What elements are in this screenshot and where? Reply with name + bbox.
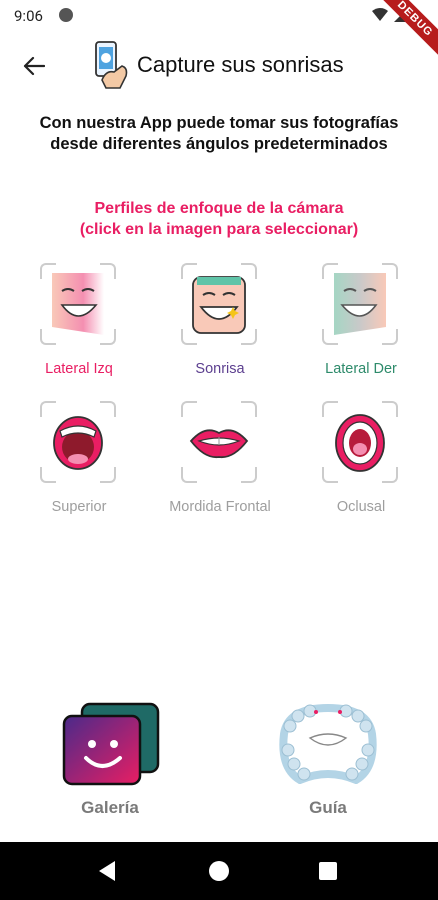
app-bar: Capture sus sonrisas bbox=[0, 40, 438, 92]
page-title: Capture sus sonrisas bbox=[137, 52, 344, 77]
gallery-icon bbox=[62, 702, 160, 786]
arrow-back-icon bbox=[23, 56, 45, 76]
intro-line-2: desde diferentes ángulos predeterminados bbox=[50, 135, 388, 153]
system-nav-bar bbox=[0, 842, 438, 900]
wifi-icon bbox=[372, 8, 388, 21]
guide-label: Guía bbox=[309, 798, 347, 817]
profile-sonrisa[interactable]: Sonrisa bbox=[160, 263, 280, 388]
lateral-left-smile-icon bbox=[52, 273, 104, 335]
guide-button[interactable]: Guía bbox=[258, 700, 398, 830]
profile-label: Lateral Izq bbox=[45, 361, 113, 377]
occlusal-mouth-icon bbox=[335, 414, 385, 472]
profile-label: Mordida Frontal bbox=[169, 499, 271, 515]
profile-lateral-izq[interactable]: Lateral Izq bbox=[19, 263, 139, 388]
upper-teeth-icon bbox=[53, 416, 103, 470]
nav-recents-icon[interactable] bbox=[319, 862, 337, 880]
intro-line-1: Con nuestra App puede tomar sus fotograf… bbox=[39, 114, 399, 132]
profiles-section-title: Perfiles de enfoque de la cámara (click … bbox=[0, 198, 438, 240]
profile-mordida-frontal[interactable]: Mordida Frontal bbox=[160, 401, 280, 526]
status-bar: 9:06 DEBUG bbox=[0, 0, 438, 65]
profile-label: Oclusal bbox=[336, 499, 386, 515]
profile-label: Sonrisa bbox=[195, 361, 245, 377]
intro-text: Con nuestra App puede tomar sus fotograf… bbox=[0, 113, 438, 155]
gallery-label: Galería bbox=[81, 798, 139, 817]
dental-arch-guide-icon bbox=[279, 704, 377, 784]
frontal-bite-lips-icon bbox=[189, 429, 249, 459]
profile-label: Lateral Der bbox=[325, 361, 397, 377]
lateral-right-smile-icon bbox=[334, 273, 386, 335]
back-button[interactable] bbox=[18, 50, 50, 82]
status-time: 9:06 bbox=[14, 7, 43, 25]
section-line-1: Perfiles de enfoque de la cámara bbox=[94, 200, 344, 217]
smile-face-icon bbox=[192, 276, 246, 334]
gallery-button[interactable]: Galería bbox=[40, 700, 180, 830]
profile-label: Superior bbox=[51, 499, 107, 515]
profile-superior[interactable]: Superior bbox=[19, 401, 139, 526]
phone-hand-icon bbox=[95, 41, 128, 89]
app-notification-icon bbox=[59, 8, 73, 22]
nav-back-icon[interactable] bbox=[99, 861, 115, 881]
profile-oclusal[interactable]: Oclusal bbox=[301, 401, 421, 526]
profile-lateral-der[interactable]: Lateral Der bbox=[301, 263, 421, 388]
nav-home-icon[interactable] bbox=[209, 861, 229, 881]
section-line-2: (click en la imagen para seleccionar) bbox=[79, 221, 359, 238]
